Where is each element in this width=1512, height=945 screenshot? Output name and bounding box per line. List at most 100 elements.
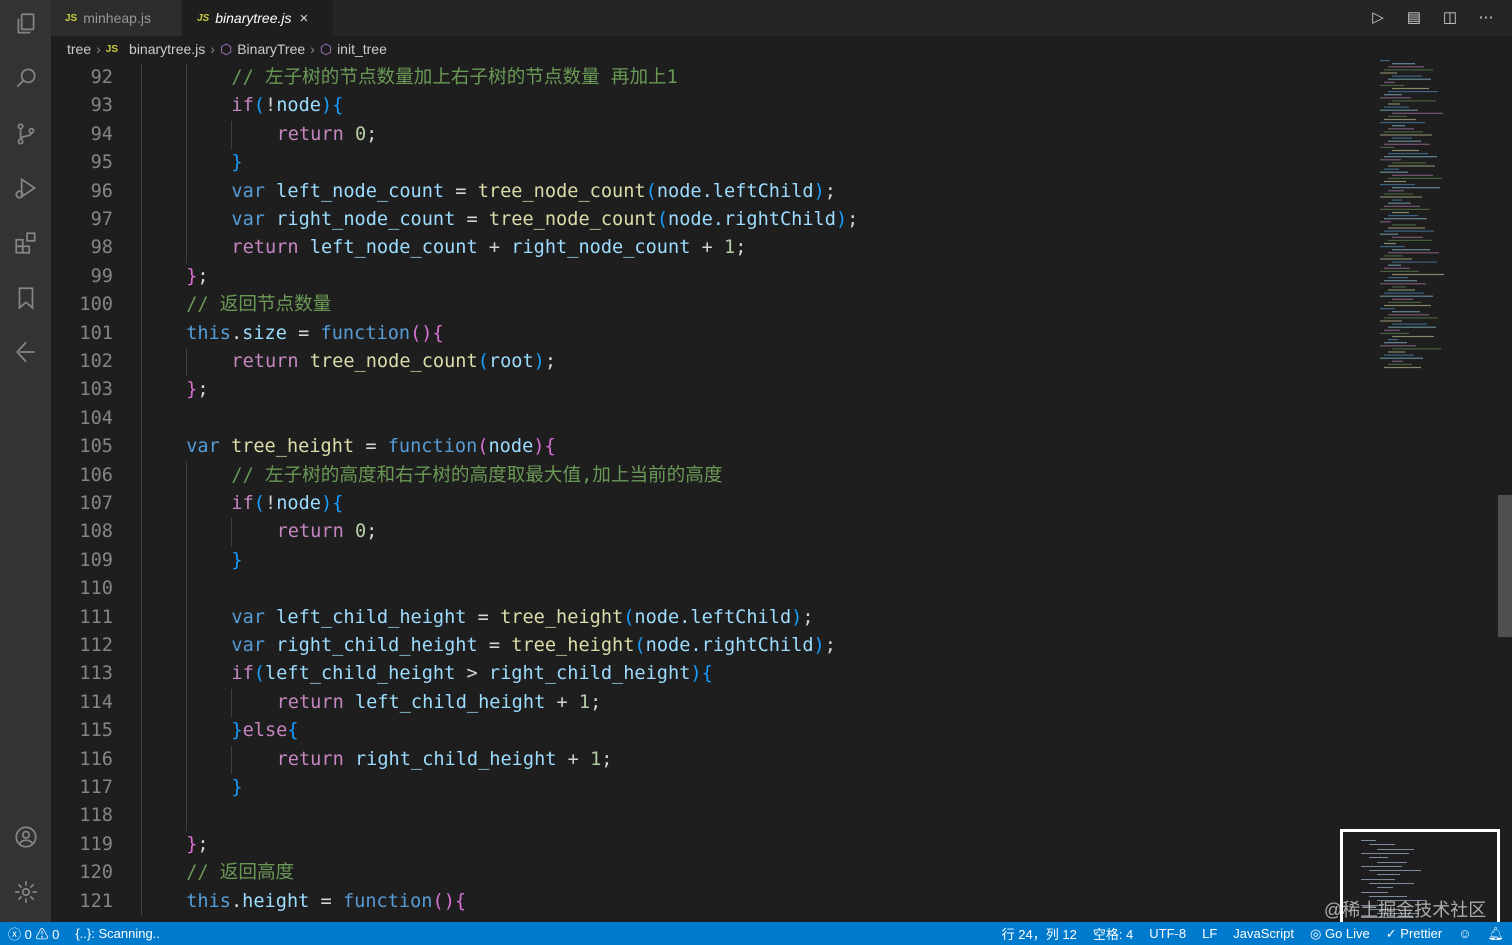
code-line[interactable]: 98 return left_node_count + right_node_co… xyxy=(51,234,1351,263)
go-live-button[interactable]: ◎ Go Live xyxy=(1310,926,1370,942)
code-line[interactable]: 93 if(!node){ xyxy=(51,92,1351,121)
code-token: { xyxy=(454,890,467,912)
code-token: = xyxy=(455,209,489,230)
tab-binarytree[interactable]: JS binarytree.js × xyxy=(183,0,333,36)
minimap-line xyxy=(1380,221,1391,223)
code-token: } xyxy=(231,720,243,742)
code-line[interactable]: 116 return right_child_height + 1; xyxy=(51,745,1351,774)
code-line[interactable]: 105 var tree_height = function(node){ xyxy=(51,433,1351,462)
thumbnail-line xyxy=(1361,865,1402,867)
code-line[interactable]: 115}else{ xyxy=(51,717,1351,746)
code-line[interactable]: 92 // 左子树的节点数量加上右子树的节点数量 再加上1 xyxy=(51,64,1351,93)
search-icon[interactable] xyxy=(0,54,51,102)
code-line[interactable]: 100 // 返回节点数量 xyxy=(51,291,1351,320)
minimap-line xyxy=(1388,215,1418,217)
code-token: var xyxy=(231,209,265,230)
breadcrumb-file[interactable]: binarytree.js xyxy=(129,41,205,57)
code-token: right_node_count xyxy=(511,237,691,259)
notifications-bell-icon[interactable]: 🔔︎ xyxy=(1487,926,1504,942)
breadcrumb-method[interactable]: init_tree xyxy=(337,41,387,57)
code-text: if(left_child_height > right_child_heigh… xyxy=(231,660,712,688)
code-text: var tree_height = function(node){ xyxy=(186,433,555,461)
feedback-icon[interactable]: ☺ xyxy=(1458,926,1471,941)
cursor-position[interactable]: 行 24，列 12 xyxy=(1002,924,1077,943)
code-line[interactable]: 114 return left_child_height + 1; xyxy=(51,688,1351,718)
code-line[interactable]: 119}; xyxy=(51,830,1351,860)
scanning-status[interactable]: {..}: Scanning.. xyxy=(75,926,160,941)
code-token: 0 xyxy=(354,123,367,145)
code-line[interactable]: 107 if(!node){ xyxy=(51,490,1351,519)
code-token: return xyxy=(231,237,299,259)
code-line[interactable]: 110 xyxy=(51,575,1351,604)
run-icon[interactable]: ▷ xyxy=(1368,8,1388,28)
code-token: ( xyxy=(623,606,635,628)
prettier-button[interactable]: ✓ Prettier xyxy=(1386,926,1442,942)
minimap-line xyxy=(1392,224,1416,226)
code-token: height xyxy=(242,890,310,912)
code-line[interactable]: 111 var left_child_height = tree_height(n… xyxy=(51,603,1351,632)
run-debug-icon[interactable] xyxy=(0,164,51,212)
code-line[interactable]: 104 xyxy=(51,404,1351,434)
code-token: node.rightChild xyxy=(668,209,836,230)
tab-minheap[interactable]: JS minheap.js xyxy=(51,0,181,36)
encoding[interactable]: UTF-8 xyxy=(1149,926,1186,941)
account-icon[interactable] xyxy=(0,813,51,861)
explorer-icon[interactable] xyxy=(0,0,51,48)
settings-gear-icon[interactable] xyxy=(0,868,51,916)
breadcrumb-class[interactable]: BinaryTree xyxy=(237,41,305,57)
watermark: @稀土掘金技术社区 xyxy=(1324,900,1487,920)
minimap-line xyxy=(1392,87,1429,90)
code-text: return 0; xyxy=(277,121,378,149)
problems-indicator[interactable]: ⓧ 0 ⚠ 0 xyxy=(8,924,59,943)
code-line[interactable]: 101 this.size = function(){ xyxy=(51,319,1351,348)
code-line[interactable]: 108 return 0; xyxy=(51,518,1351,547)
minimap-line xyxy=(1392,199,1402,201)
code-line[interactable]: 106 // 左子树的高度和右子树的高度取最大值,加上当前的高度 xyxy=(51,461,1351,490)
minimap-line xyxy=(1388,140,1421,142)
bookmark-icon[interactable] xyxy=(0,274,51,322)
source-control-icon[interactable] xyxy=(0,110,51,158)
split-editor-icon[interactable]: ◫ xyxy=(1440,8,1460,28)
code-line[interactable]: 118 xyxy=(51,802,1351,831)
indent-guide xyxy=(141,490,142,519)
close-icon[interactable]: × xyxy=(300,10,309,27)
code-line[interactable]: 117} xyxy=(51,774,1351,803)
code-line[interactable]: 112 var right_child_height = tree_height(… xyxy=(51,632,1351,661)
code-token: } xyxy=(186,833,198,855)
code-line[interactable]: 109} xyxy=(51,546,1351,576)
minimap-line xyxy=(1392,360,1403,362)
extensions-icon[interactable] xyxy=(0,219,51,267)
code-line[interactable]: 102 return tree_node_count(root); xyxy=(51,348,1351,377)
code-line[interactable]: 120 // 返回高度 xyxy=(51,859,1351,888)
minimap[interactable] xyxy=(1376,60,1496,380)
minimap-line xyxy=(1388,277,1408,279)
code-line[interactable]: 121 this.height = function(){ xyxy=(51,887,1351,916)
code-token: node xyxy=(276,95,321,117)
code-editor[interactable]: 92// 左子树的节点数量加上右子树的节点数量 再加上1 93 if(!node){… xyxy=(51,64,1512,922)
vertical-scrollbar[interactable] xyxy=(1498,495,1512,637)
code-line[interactable]: 99}; xyxy=(51,262,1351,292)
minimap-line xyxy=(1384,342,1407,344)
code-line[interactable]: 96 var left_node_count = tree_node_count(… xyxy=(51,177,1351,206)
code-line[interactable]: 113 if(left_child_height > right_child_he… xyxy=(51,660,1351,689)
line-number: 100 xyxy=(79,294,113,316)
preview-icon[interactable]: ▤ xyxy=(1404,8,1424,28)
code-line[interactable]: 97 var right_node_count = tree_node_count… xyxy=(51,206,1351,235)
line-number: 114 xyxy=(79,691,113,713)
code-token: ; xyxy=(197,379,209,401)
end-of-line[interactable]: LF xyxy=(1202,926,1217,941)
minimap-line xyxy=(1384,218,1427,220)
code-text: // 返回高度 xyxy=(186,859,294,887)
indentation[interactable]: 空格: 4 xyxy=(1093,924,1133,943)
remote-icon[interactable] xyxy=(0,328,51,376)
code-line[interactable]: 103}; xyxy=(51,376,1351,405)
breadcrumb-folder[interactable]: tree xyxy=(67,41,91,57)
code-line[interactable]: 95} xyxy=(51,149,1351,178)
code-line[interactable]: 94 return 0; xyxy=(51,120,1351,150)
indent-guide xyxy=(141,632,142,661)
code-token: ( xyxy=(253,95,265,117)
language-mode[interactable]: JavaScript xyxy=(1233,926,1294,941)
line-number: 107 xyxy=(79,493,113,514)
more-actions-icon[interactable]: ⋯ xyxy=(1476,8,1496,28)
